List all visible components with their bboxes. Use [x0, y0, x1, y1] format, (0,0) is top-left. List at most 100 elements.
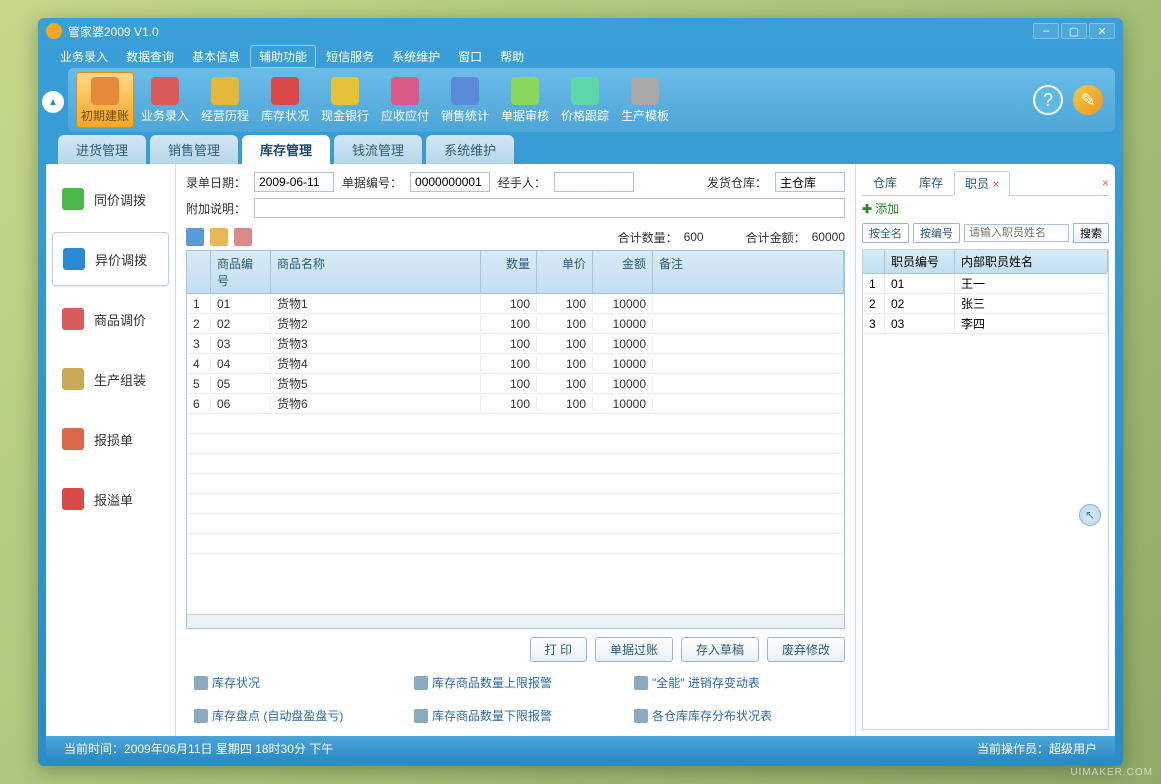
- staff-search-input[interactable]: [964, 224, 1069, 242]
- help-icon[interactable]: ?: [1033, 85, 1063, 115]
- table-row-empty[interactable]: [187, 414, 844, 434]
- toolbar-btn-7[interactable]: 单据审核: [496, 72, 554, 128]
- related-link-3[interactable]: 库存盘点 (自动盘盈盘亏): [194, 707, 374, 724]
- right-tab-2[interactable]: 职员 ×: [954, 171, 1010, 196]
- action-button-1[interactable]: 单据过账: [595, 637, 673, 662]
- table-row-empty[interactable]: [187, 534, 844, 554]
- table-row[interactable]: 101货物110010010000: [187, 294, 844, 314]
- menu-item-2[interactable]: 基本信息: [184, 46, 248, 67]
- toolbar-btn-9[interactable]: 生产模板: [616, 72, 674, 128]
- staff-row[interactable]: 101王一: [863, 274, 1108, 294]
- right-tab-0[interactable]: 仓库: [862, 170, 908, 195]
- staff-header-0[interactable]: [863, 250, 885, 273]
- action-button-2[interactable]: 存入草稿: [681, 637, 759, 662]
- grid-header-1[interactable]: 商品编号: [211, 251, 271, 293]
- sidebar-item-2[interactable]: 商品调价: [52, 292, 169, 346]
- calendar-icon[interactable]: [210, 228, 228, 246]
- grid-body[interactable]: 101货物110010010000202货物210010010000303货物3…: [187, 294, 844, 614]
- menu-item-4[interactable]: 短信服务: [318, 46, 382, 67]
- grid-header-2[interactable]: 商品名称: [271, 251, 481, 293]
- main-tab-4[interactable]: 系统维护: [426, 135, 514, 164]
- menu-item-0[interactable]: 业务录入: [52, 46, 116, 67]
- table-row[interactable]: 505货物510010010000: [187, 374, 844, 394]
- statusbar: 当前时间： 2009年06月11日 星期四 18时30分 下午 当前操作员： 超…: [46, 736, 1115, 760]
- table-row[interactable]: 404货物410010010000: [187, 354, 844, 374]
- related-link-1[interactable]: 库存商品数量上限报警: [414, 674, 594, 691]
- staff-header-2[interactable]: 内部职员姓名: [955, 250, 1108, 273]
- menu-item-5[interactable]: 系统维护: [384, 46, 448, 67]
- table-row-empty[interactable]: [187, 454, 844, 474]
- menu-item-3[interactable]: 辅助功能: [250, 45, 316, 68]
- table-row[interactable]: 303货物310010010000: [187, 334, 844, 354]
- toolbar-btn-5[interactable]: 应收应付: [376, 72, 434, 128]
- table-row[interactable]: 202货物210010010000: [187, 314, 844, 334]
- filter-fullname-button[interactable]: 按全名: [862, 223, 909, 243]
- horizontal-scrollbar[interactable]: [187, 614, 844, 628]
- toolbar-icon: [571, 77, 599, 105]
- toolbar-icon: [211, 77, 239, 105]
- toolbar-btn-8[interactable]: 价格跟踪: [556, 72, 614, 128]
- action-button-3[interactable]: 废弃修改: [767, 637, 845, 662]
- note-input[interactable]: [254, 198, 845, 218]
- related-link-4[interactable]: 库存商品数量下限报警: [414, 707, 594, 724]
- grid-header-5[interactable]: 金额: [593, 251, 653, 293]
- staff-row[interactable]: 202张三: [863, 294, 1108, 314]
- toolbar-collapse-icon[interactable]: ▲: [42, 91, 64, 113]
- right-tab-1[interactable]: 库存: [908, 170, 954, 195]
- main-tab-2[interactable]: 库存管理: [242, 135, 330, 164]
- menu-item-7[interactable]: 帮助: [492, 46, 532, 67]
- toolbar-btn-4[interactable]: 现金银行: [316, 72, 374, 128]
- table-row-empty[interactable]: [187, 494, 844, 514]
- handler-input[interactable]: [554, 172, 634, 192]
- grid-header-6[interactable]: 备注: [653, 251, 844, 293]
- table-row-empty[interactable]: [187, 434, 844, 454]
- filter-code-button[interactable]: 按编号: [913, 223, 960, 243]
- menu-item-6[interactable]: 窗口: [450, 46, 490, 67]
- tab-close-icon[interactable]: ×: [992, 177, 999, 191]
- table-row-empty[interactable]: [187, 474, 844, 494]
- select-arrow-icon[interactable]: ↖: [1079, 504, 1101, 526]
- grid-header-0[interactable]: [187, 251, 211, 293]
- sidebar-item-3[interactable]: 生产组装: [52, 352, 169, 406]
- toolbar-btn-2[interactable]: 经营历程: [196, 72, 254, 128]
- staff-header-1[interactable]: 职员编号: [885, 250, 955, 273]
- toolbar-icon: [91, 77, 119, 105]
- globe-icon[interactable]: ✎: [1073, 85, 1103, 115]
- minimize-button[interactable]: –: [1033, 23, 1059, 39]
- toolbar-btn-1[interactable]: 业务录入: [136, 72, 194, 128]
- toolbar-btn-6[interactable]: 销售统计: [436, 72, 494, 128]
- table-row[interactable]: 606货物610010010000: [187, 394, 844, 414]
- search-button[interactable]: 搜索: [1073, 223, 1109, 243]
- related-link-0[interactable]: 库存状况: [194, 674, 374, 691]
- add-button[interactable]: ✚添加: [862, 200, 899, 217]
- close-button[interactable]: ✕: [1089, 23, 1115, 39]
- table-row-empty[interactable]: [187, 514, 844, 534]
- grid-header-3[interactable]: 数量: [481, 251, 537, 293]
- sidebar-icon: [62, 488, 84, 510]
- sidebar-item-0[interactable]: 同价调拨: [52, 172, 169, 226]
- date-input[interactable]: [254, 172, 334, 192]
- docno-input[interactable]: [410, 172, 490, 192]
- titlebar[interactable]: 管家婆2009 V1.0 – ▢ ✕: [38, 18, 1123, 44]
- panel-close-icon[interactable]: ×: [1102, 176, 1109, 190]
- building-icon[interactable]: [186, 228, 204, 246]
- maximize-button[interactable]: ▢: [1061, 23, 1087, 39]
- main-tab-1[interactable]: 销售管理: [150, 135, 238, 164]
- toolbar-btn-3[interactable]: 库存状况: [256, 72, 314, 128]
- menu-item-1[interactable]: 数据查询: [118, 46, 182, 67]
- person-icon[interactable]: [234, 228, 252, 246]
- action-button-0[interactable]: 打 印: [530, 637, 587, 662]
- warehouse-input[interactable]: [775, 172, 845, 192]
- related-link-5[interactable]: 各仓库库存分布状况表: [634, 707, 814, 724]
- toolbar-btn-0[interactable]: 初期建账: [76, 72, 134, 128]
- staff-row[interactable]: 303李四: [863, 314, 1108, 334]
- staff-grid-body[interactable]: 101王一202张三303李四: [863, 274, 1108, 729]
- sidebar-item-5[interactable]: 报溢单: [52, 472, 169, 526]
- main-tab-3[interactable]: 钱流管理: [334, 135, 422, 164]
- sidebar-item-1[interactable]: 异价调拨: [52, 232, 169, 286]
- main-tab-0[interactable]: 进货管理: [58, 135, 146, 164]
- sidebar-item-4[interactable]: 报损单: [52, 412, 169, 466]
- related-link-2[interactable]: "全能" 进销存变动表: [634, 674, 814, 691]
- content-area: 同价调拨异价调拨商品调价生产组装报损单报溢单 录单日期： 单据编号： 经手人： …: [46, 164, 1115, 736]
- grid-header-4[interactable]: 单价: [537, 251, 593, 293]
